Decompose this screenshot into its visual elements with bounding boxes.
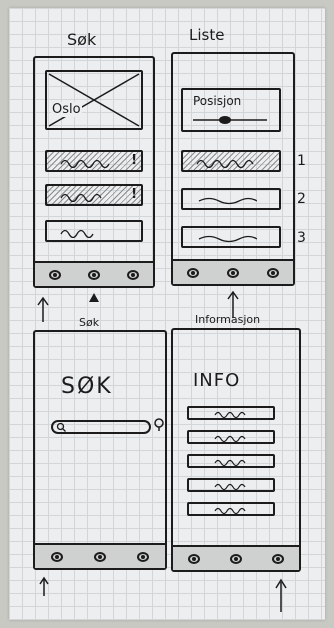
- alert-mark: !: [131, 187, 137, 202]
- text-scribble: [198, 235, 257, 243]
- text-scribble: [214, 411, 246, 419]
- text-scribble: [214, 483, 246, 491]
- map-image[interactable]: Oslo: [45, 70, 143, 130]
- list-row-3[interactable]: [181, 226, 281, 248]
- nav-button-icon[interactable]: [230, 553, 242, 564]
- text-scribble: [214, 435, 246, 443]
- label-sok-top: Søk: [67, 30, 97, 49]
- phone-liste: Posisjon: [171, 52, 295, 286]
- search-heading: SØK: [61, 374, 113, 399]
- nav-button-icon[interactable]: [227, 267, 239, 278]
- bottom-nav: [173, 259, 293, 284]
- map-label: Oslo: [51, 102, 82, 117]
- row-number-2: 2: [297, 191, 306, 207]
- image-placeholder-icon: [48, 73, 140, 127]
- phone-search: SØK: [33, 330, 167, 570]
- label-sok-bottom: Søk: [79, 316, 100, 329]
- row-number-1: 1: [297, 153, 306, 169]
- text-scribble: [214, 507, 246, 515]
- info-item-2[interactable]: [187, 430, 275, 444]
- nav-button-icon[interactable]: [267, 267, 279, 278]
- phone-info: INFO: [171, 328, 301, 572]
- nav-button-icon[interactable]: [272, 553, 284, 564]
- nav-button-icon[interactable]: [127, 269, 140, 280]
- row-number-3: 3: [297, 230, 306, 246]
- info-item-1[interactable]: [187, 406, 275, 420]
- nav-button-icon[interactable]: [50, 551, 63, 562]
- text-scribble: [214, 459, 246, 467]
- position-label: Posisjon: [193, 94, 242, 108]
- bottom-nav: [173, 545, 299, 570]
- bottom-nav: [35, 543, 165, 568]
- alert-mark: !: [131, 153, 137, 168]
- position-card[interactable]: Posisjon: [181, 88, 281, 132]
- list-item-3[interactable]: [45, 220, 143, 242]
- position-slider[interactable]: [191, 114, 271, 126]
- nav-button-icon[interactable]: [137, 551, 150, 562]
- list-row-2[interactable]: [181, 188, 281, 210]
- text-scribble: [60, 229, 94, 238]
- up-arrow-icon: [275, 578, 287, 612]
- info-item-3[interactable]: [187, 454, 275, 468]
- search-icon[interactable]: [153, 418, 165, 432]
- text-scribble: [60, 159, 110, 168]
- info-item-5[interactable]: [187, 502, 275, 516]
- nav-button-icon[interactable]: [87, 269, 100, 280]
- text-scribble: [198, 197, 257, 205]
- up-arrow-icon: [37, 296, 49, 322]
- nav-button-icon[interactable]: [48, 269, 61, 280]
- info-heading: INFO: [193, 370, 241, 391]
- nav-button-icon[interactable]: [187, 267, 199, 278]
- bottom-nav: [35, 261, 153, 286]
- phone-sok: Oslo ! !: [33, 56, 155, 288]
- up-arrow-icon: [89, 293, 99, 302]
- search-input[interactable]: [51, 420, 151, 434]
- nav-button-icon[interactable]: [188, 553, 200, 564]
- nav-button-icon[interactable]: [93, 551, 106, 562]
- search-icon: [56, 422, 66, 432]
- text-scribble: [60, 193, 102, 202]
- sketch-paper: Søk Oslo ! ! Liste Posisjon 1 2 3 Søk SØ…: [9, 8, 325, 620]
- label-liste-top: Liste: [189, 26, 225, 44]
- text-scribble: [196, 159, 254, 168]
- up-arrow-icon: [39, 576, 49, 596]
- list-row-1[interactable]: [181, 150, 281, 172]
- label-informasjon-bottom: Informasjon: [195, 313, 261, 326]
- list-item-2[interactable]: !: [45, 184, 143, 206]
- info-item-4[interactable]: [187, 478, 275, 492]
- list-item-1[interactable]: !: [45, 150, 143, 172]
